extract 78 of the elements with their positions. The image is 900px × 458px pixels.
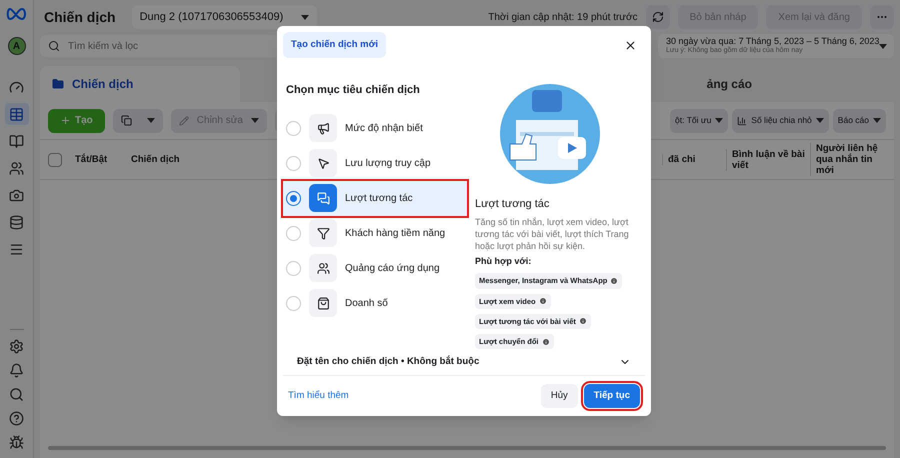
plus-icon (60, 115, 71, 126)
select-all-checkbox[interactable] (48, 152, 62, 166)
chat-bubbles-icon (316, 192, 330, 205)
tab[interactable]: Chiến dịch (40, 66, 240, 102)
refresh-button[interactable] (646, 5, 670, 29)
folder-icon (52, 78, 64, 90)
caret-icon (715, 118, 724, 123)
continue-button[interactable]: Tiếp tục (584, 384, 640, 408)
camera-icon (9, 188, 24, 202)
column-header[interactable]: đã chi (662, 154, 726, 165)
dialog-heading: Chọn mục tiêu chiến dịch (286, 83, 421, 98)
cancel-button[interactable]: Hủy (540, 384, 578, 408)
settings-icon[interactable] (9, 339, 24, 354)
fits-label: Phù hợp với: (475, 254, 532, 268)
search-icon[interactable] (9, 387, 24, 402)
horizontal-scrollbar[interactable] (48, 446, 886, 450)
copy-icon (120, 115, 132, 126)
column-header[interactable]: Tắt/Bật (70, 154, 126, 165)
filter-icon (316, 226, 330, 240)
shopping-bag-icon (316, 296, 330, 310)
meta-logo-icon (6, 8, 28, 20)
page-title: Chiến dịch (44, 8, 116, 26)
cursor-icon (316, 156, 330, 170)
caret-icon (816, 118, 824, 123)
column-header[interactable]: Người liên hệ qua nhắn tin mới (810, 143, 894, 176)
gauge-icon (9, 80, 24, 94)
menu-icon (9, 242, 24, 256)
caret-icon (300, 14, 309, 20)
detail-title: Lượt tương tác (475, 197, 550, 212)
people-icon (316, 262, 330, 275)
radio-button[interactable] (286, 296, 301, 311)
info-icon (610, 276, 618, 285)
info-icon (542, 338, 550, 346)
objective-option[interactable]: Khách hàng tiềm năng (283, 216, 467, 251)
info-icon (538, 297, 547, 306)
toolbar-dropdown[interactable]: Báo cáo (832, 108, 886, 132)
account-dropdown[interactable]: Dung 2 (1071706306553409) (132, 5, 317, 29)
column-header[interactable]: Bình luận về bài viết (726, 148, 810, 170)
radio-button[interactable] (286, 226, 301, 241)
table-icon (9, 106, 24, 122)
pencil-icon (178, 116, 189, 126)
bell-icon[interactable] (9, 363, 24, 378)
bug-icon[interactable] (9, 435, 24, 450)
chart-icon (737, 116, 748, 126)
megaphone-icon (316, 122, 330, 135)
radio-button[interactable] (286, 156, 301, 171)
caret-icon (147, 118, 156, 123)
search-icon (48, 40, 60, 52)
dialog-title-chip: Tạo chiến dịch mới (283, 32, 386, 58)
help-icon[interactable] (9, 411, 24, 426)
update-time: Thời gian cập nhật: 19 phút trước (488, 10, 638, 24)
toolbar-dropdown[interactable]: Số liệu chia nhỏ (732, 108, 829, 132)
tab[interactable]: ảng cáo (694, 66, 764, 102)
detail-description: Tăng số tin nhắn, lượt xem video, lượt tương tác với bài viết, lượt thích Trang hoặc lượt phản hồi sự kiện. (475, 216, 630, 252)
database-icon (9, 214, 24, 230)
close-icon (624, 38, 637, 52)
book-icon (9, 134, 24, 148)
objective-option[interactable]: Quảng cáo ứng dụng (283, 250, 467, 286)
nav-button[interactable] (4, 103, 28, 125)
people-icon (9, 160, 24, 176)
radio-button[interactable] (286, 260, 301, 276)
objective-option[interactable]: Lượt tương tác (283, 180, 467, 216)
objective-option[interactable]: Doanh số (283, 286, 467, 321)
radio-button[interactable] (286, 190, 301, 206)
caret-icon (250, 118, 259, 123)
caret-icon (879, 44, 888, 48)
search-placeholder: Tìm kiếm và lọc (68, 40, 138, 54)
toolbar-dropdown[interactable]: ột: Tối ưu (670, 108, 728, 132)
duplicate-button[interactable] (112, 108, 163, 132)
radio-button[interactable] (286, 120, 301, 136)
learn-more-link[interactable]: Tìm hiểu thêm (288, 388, 349, 404)
objective-option[interactable]: Mức độ nhận biết (283, 110, 467, 146)
date-range-label: 30 ngày vừa qua: 7 Tháng 5, 2023 – 5 Tháng 6, 2023 (666, 36, 880, 46)
campaign-name-row[interactable]: Đặt tên cho chiến dịch • Không bắt buộc (283, 349, 645, 376)
close-button[interactable] (624, 38, 637, 52)
caret-icon (873, 118, 881, 123)
refresh-icon (652, 11, 664, 23)
info-icon (578, 317, 587, 326)
